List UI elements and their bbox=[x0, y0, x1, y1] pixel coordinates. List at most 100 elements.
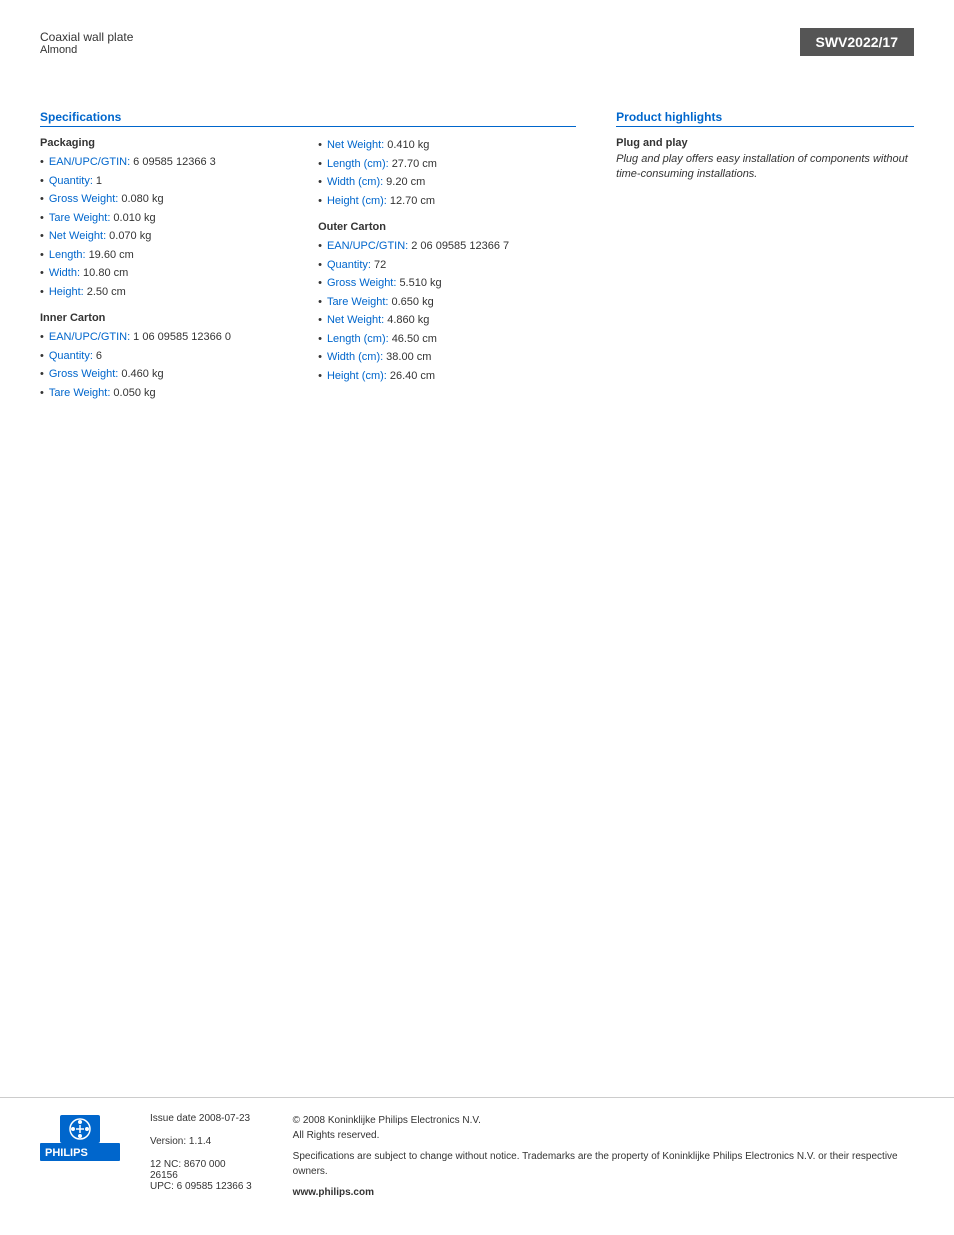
website: www.philips.com bbox=[293, 1185, 914, 1200]
issue-date: Issue date 2008-07-23 bbox=[150, 1113, 253, 1124]
packaging-title: Packaging bbox=[40, 137, 298, 149]
spec-value: 0.650 kg bbox=[392, 294, 434, 311]
spec-key: Width: bbox=[49, 265, 80, 282]
list-item: Gross Weight:0.080 kg bbox=[40, 191, 298, 208]
spec-right-col: Net Weight:0.410 kgLength (cm):27.70 cmW… bbox=[318, 137, 576, 403]
specifications-title: Specifications bbox=[40, 110, 576, 127]
list-item: Quantity:1 bbox=[40, 173, 298, 190]
rights: All Rights reserved. bbox=[293, 1130, 380, 1141]
product-highlights-title: Product highlights bbox=[616, 110, 914, 127]
spec-key: Height: bbox=[49, 284, 84, 301]
inner-carton-list: EAN/UPC/GTIN:1 06 09585 12366 0 Quantity:… bbox=[40, 329, 298, 401]
product-highlights-section: Product highlights Plug and playPlug and… bbox=[596, 110, 914, 403]
list-item: Height (cm):12.70 cm bbox=[318, 193, 576, 210]
spec-key: Quantity: bbox=[327, 257, 371, 274]
spec-key: Length (cm): bbox=[327, 331, 389, 348]
list-item: Net Weight:4.860 kg bbox=[318, 312, 576, 329]
spec-value: 19.60 cm bbox=[89, 247, 134, 264]
spec-value: 46.50 cm bbox=[392, 331, 437, 348]
spec-key: Net Weight: bbox=[327, 137, 384, 154]
footer-info: Issue date 2008-07-23 Version: 1.1.4 12 … bbox=[150, 1113, 253, 1192]
list-item: Length (cm):27.70 cm bbox=[318, 156, 576, 173]
footer-legal: © 2008 Koninklijke Philips Electronics N… bbox=[293, 1113, 914, 1200]
spec-value: 0.050 kg bbox=[113, 385, 155, 402]
list-item: EAN/UPC/GTIN:6 09585 12366 3 bbox=[40, 154, 298, 171]
list-item: Width (cm):9.20 cm bbox=[318, 174, 576, 191]
product-name: Coaxial wall plate bbox=[40, 30, 133, 44]
list-item: Length:19.60 cm bbox=[40, 247, 298, 264]
spec-value: 0.460 kg bbox=[121, 366, 163, 383]
model-banner: SWV2022/17 bbox=[800, 28, 915, 56]
inner-carton-title: Inner Carton bbox=[40, 312, 298, 324]
spec-key: Gross Weight: bbox=[49, 366, 119, 383]
feature-item: Plug and play Plug and play offers easy i… bbox=[616, 137, 914, 183]
spec-key: EAN/UPC/GTIN: bbox=[49, 329, 130, 346]
spec-value: 2 06 09585 12366 7 bbox=[411, 238, 509, 255]
list-item: Width:10.80 cm bbox=[40, 265, 298, 282]
outer-carton-list: EAN/UPC/GTIN:2 06 09585 12366 7 Quantity:… bbox=[318, 238, 576, 384]
spec-key: Net Weight: bbox=[327, 312, 384, 329]
spec-value: 0.080 kg bbox=[121, 191, 163, 208]
spec-value: 27.70 cm bbox=[392, 156, 437, 173]
spec-value: 12.70 cm bbox=[390, 193, 435, 210]
list-item: Tare Weight:0.010 kg bbox=[40, 210, 298, 227]
spec-left-col: Packaging EAN/UPC/GTIN:6 09585 12366 3Qu… bbox=[40, 137, 298, 403]
version: Version: 1.1.4 bbox=[150, 1136, 253, 1147]
list-item: Length (cm):46.50 cm bbox=[318, 331, 576, 348]
list-item: Quantity:72 bbox=[318, 257, 576, 274]
list-item: Gross Weight:5.510 kg bbox=[318, 275, 576, 292]
list-item: EAN/UPC/GTIN:2 06 09585 12366 7 bbox=[318, 238, 576, 255]
nc-code: 12 NC: 8670 000 26156 UPC: 6 09585 12366… bbox=[150, 1159, 253, 1192]
legal-text: Specifications are subject to change wit… bbox=[293, 1149, 914, 1179]
spec-key: Height (cm): bbox=[327, 193, 387, 210]
spec-value: 5.510 kg bbox=[399, 275, 441, 292]
spec-key: Height (cm): bbox=[327, 368, 387, 385]
spec-value: 6 bbox=[96, 348, 102, 365]
feature-title: Plug and play bbox=[616, 137, 914, 149]
list-item: EAN/UPC/GTIN:1 06 09585 12366 0 bbox=[40, 329, 298, 346]
list-item: Net Weight:0.410 kg bbox=[318, 137, 576, 154]
list-item: Height (cm):26.40 cm bbox=[318, 368, 576, 385]
spec-value: 6 09585 12366 3 bbox=[133, 154, 216, 171]
spec-value: 1 06 09585 12366 0 bbox=[133, 329, 231, 346]
spec-key: Width (cm): bbox=[327, 174, 383, 191]
spec-value: 0.010 kg bbox=[113, 210, 155, 227]
spec-key: Net Weight: bbox=[49, 228, 106, 245]
list-item: Height:2.50 cm bbox=[40, 284, 298, 301]
list-item: Quantity:6 bbox=[40, 348, 298, 365]
packaging-right-list: Net Weight:0.410 kgLength (cm):27.70 cmW… bbox=[318, 137, 576, 209]
spec-value: 9.20 cm bbox=[386, 174, 425, 191]
feature-description: Plug and play offers easy installation o… bbox=[616, 152, 914, 183]
spec-key: Quantity: bbox=[49, 348, 93, 365]
spec-key: Width (cm): bbox=[327, 349, 383, 366]
product-header: Coaxial wall plate Almond bbox=[40, 30, 133, 56]
spec-value: 1 bbox=[96, 173, 102, 190]
spec-value: 38.00 cm bbox=[386, 349, 431, 366]
spec-key: Length (cm): bbox=[327, 156, 389, 173]
copyright: © 2008 Koninklijke Philips Electronics N… bbox=[293, 1115, 481, 1126]
list-item: Width (cm):38.00 cm bbox=[318, 349, 576, 366]
product-variant: Almond bbox=[40, 44, 133, 56]
outer-carton-title: Outer Carton bbox=[318, 221, 576, 233]
list-item: Tare Weight:0.050 kg bbox=[40, 385, 298, 402]
spec-value: 0.410 kg bbox=[387, 137, 429, 154]
spec-key: Tare Weight: bbox=[49, 210, 111, 227]
svg-text:PHILIPS: PHILIPS bbox=[45, 1147, 88, 1159]
spec-value: 0.070 kg bbox=[109, 228, 151, 245]
list-item: Tare Weight:0.650 kg bbox=[318, 294, 576, 311]
specifications-section: Specifications Packaging EAN/UPC/GTIN:6 … bbox=[40, 110, 596, 403]
spec-key: EAN/UPC/GTIN: bbox=[49, 154, 130, 171]
spec-key: Length: bbox=[49, 247, 86, 264]
spec-key: Gross Weight: bbox=[327, 275, 397, 292]
spec-value: 2.50 cm bbox=[87, 284, 126, 301]
spec-key: Gross Weight: bbox=[49, 191, 119, 208]
spec-value: 4.860 kg bbox=[387, 312, 429, 329]
footer: PHILIPS Issue date 2008-07-23 Version: 1… bbox=[0, 1097, 954, 1215]
spec-key: EAN/UPC/GTIN: bbox=[327, 238, 408, 255]
spec-key: Tare Weight: bbox=[49, 385, 111, 402]
spec-key: Tare Weight: bbox=[327, 294, 389, 311]
list-item: Net Weight:0.070 kg bbox=[40, 228, 298, 245]
spec-key: Quantity: bbox=[49, 173, 93, 190]
list-item: Gross Weight:0.460 kg bbox=[40, 366, 298, 383]
spec-value: 72 bbox=[374, 257, 386, 274]
